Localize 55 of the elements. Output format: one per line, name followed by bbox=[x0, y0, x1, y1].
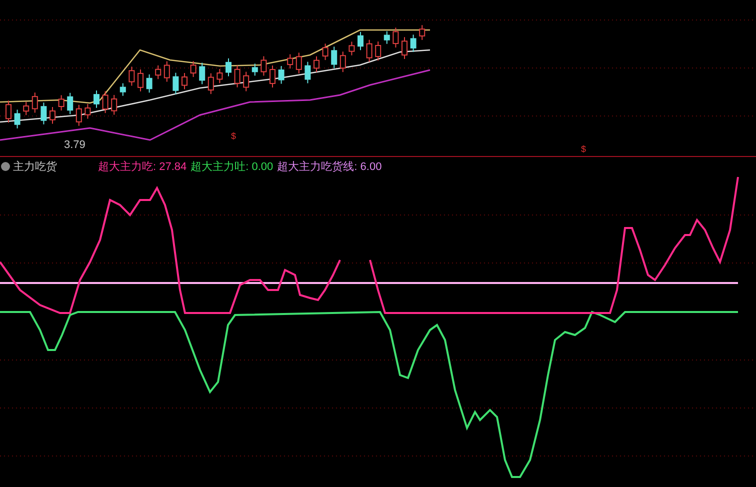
candlestick bbox=[138, 68, 144, 92]
signal-marker: $ bbox=[581, 144, 586, 154]
candlestick bbox=[94, 90, 100, 108]
candlestick bbox=[252, 63, 258, 76]
candlestick bbox=[14, 109, 20, 129]
candlestick bbox=[40, 102, 47, 125]
candlestick bbox=[67, 92, 74, 115]
candlestick bbox=[392, 27, 399, 48]
candlestick bbox=[278, 66, 284, 84]
candlestick bbox=[314, 56, 320, 73]
candlestick bbox=[402, 36, 408, 60]
candlestick bbox=[296, 52, 302, 74]
candlestick bbox=[270, 65, 276, 88]
candlestick bbox=[331, 46, 338, 69]
candlestick bbox=[199, 62, 206, 85]
candlestick bbox=[340, 51, 346, 73]
candlestick bbox=[120, 82, 126, 96]
candlestick bbox=[287, 54, 294, 70]
candlestick bbox=[146, 74, 152, 94]
candlestick bbox=[58, 94, 64, 111]
candlestick bbox=[208, 72, 214, 95]
candlestick bbox=[190, 60, 196, 78]
legend-item: 超大主力吐: 0.00 bbox=[190, 160, 274, 174]
candlestick bbox=[84, 104, 91, 120]
candlestick bbox=[260, 56, 267, 76]
candlestick bbox=[6, 100, 12, 124]
candlestick bbox=[243, 71, 250, 92]
candlestick bbox=[216, 68, 223, 84]
candlestick bbox=[111, 94, 118, 116]
candlestick bbox=[358, 31, 364, 51]
candlestick bbox=[50, 106, 56, 124]
candlestick bbox=[304, 61, 311, 84]
candlestick bbox=[226, 58, 232, 77]
candlestick bbox=[384, 30, 390, 44]
candlestick bbox=[348, 41, 355, 56]
candlestick bbox=[23, 101, 30, 116]
candlestick bbox=[76, 104, 82, 126]
candlestick bbox=[32, 92, 38, 114]
legend-item: 超大主力吃: 27.84 bbox=[98, 160, 187, 174]
candlestick bbox=[155, 64, 162, 80]
candlestick bbox=[164, 60, 170, 82]
indicator-name[interactable]: 主力吃货 bbox=[0, 158, 98, 174]
candlestick bbox=[366, 39, 372, 62]
price-label: 3.79 bbox=[64, 139, 86, 151]
candlestick bbox=[182, 72, 188, 90]
candlestick bbox=[419, 24, 426, 40]
candlestick bbox=[102, 90, 108, 114]
candlestick bbox=[410, 34, 416, 52]
candlestick bbox=[234, 64, 240, 88]
candlestick bbox=[375, 41, 382, 62]
candlestick bbox=[322, 43, 328, 61]
legend-item: 超大主力吃货线: 6.00 bbox=[277, 160, 382, 174]
candlestick bbox=[172, 72, 179, 95]
candlestick bbox=[128, 66, 135, 86]
signal-marker: $ bbox=[231, 131, 236, 141]
